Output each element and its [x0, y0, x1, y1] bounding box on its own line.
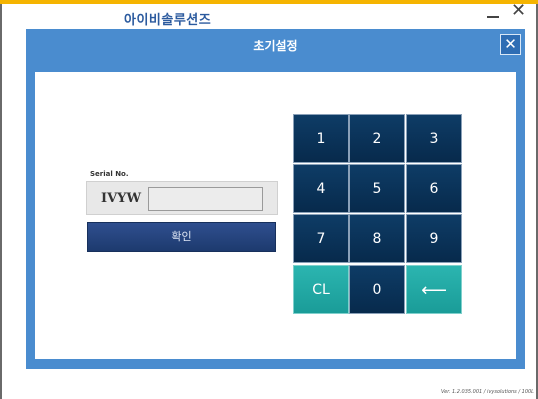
key-8[interactable]: 8 [349, 214, 405, 263]
version-label: Ver. 1.2.035.001 / ivysolutions / 100L [441, 389, 534, 395]
backspace-key[interactable]: ⟵ [406, 265, 462, 314]
serial-label: Serial No. [90, 170, 129, 178]
serial-prefix: IVYW [101, 191, 142, 206]
key-1[interactable]: 1 [293, 114, 349, 163]
app-title: 아이비솔루션즈 [124, 13, 212, 28]
confirm-button[interactable]: 확인 [87, 222, 276, 252]
top-accent-bar [0, 0, 538, 4]
dialog-close-button[interactable]: ✕ [500, 34, 521, 55]
window-border-left [0, 4, 2, 399]
key-2[interactable]: 2 [349, 114, 405, 163]
key-6[interactable]: 6 [406, 164, 462, 213]
key-0[interactable]: 0 [349, 265, 405, 314]
serial-input[interactable] [148, 187, 263, 211]
key-9[interactable]: 9 [406, 214, 462, 263]
serial-field-group: IVYW [86, 181, 278, 215]
clear-key[interactable]: CL [293, 265, 349, 314]
key-7[interactable]: 7 [293, 214, 349, 263]
key-3[interactable]: 3 [406, 114, 462, 163]
minimize-icon[interactable] [487, 16, 499, 18]
key-5[interactable]: 5 [349, 164, 405, 213]
numeric-keypad: 1 2 3 4 5 6 7 8 9 CL 0 ⟵ [293, 114, 462, 314]
key-4[interactable]: 4 [293, 164, 349, 213]
dialog-title: 초기설정 [253, 39, 298, 53]
window-close-icon[interactable]: ✕ [511, 2, 526, 20]
